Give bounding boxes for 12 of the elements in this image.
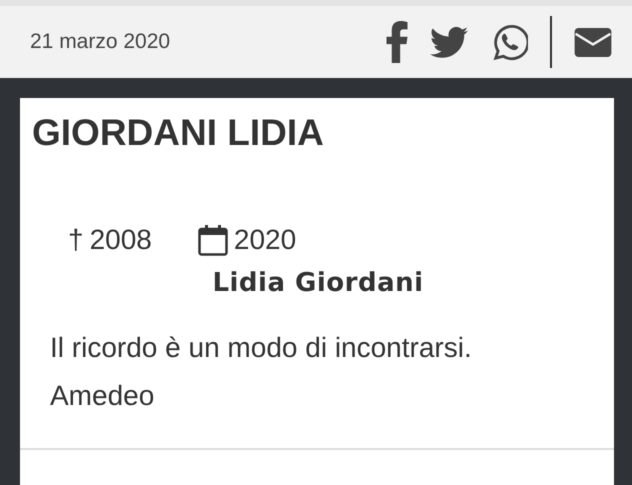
calendar-icon: [198, 224, 228, 256]
cross-symbol: †: [68, 224, 84, 256]
message-line: Il ricordo è un modo di incontrarsi.: [49, 331, 473, 365]
deceased-name: Lidia Giordani: [211, 268, 425, 298]
obituary-title: GIORDANI LIDIA: [32, 112, 325, 154]
envelope-icon[interactable]: [574, 28, 612, 56]
bird-icon[interactable]: [430, 26, 468, 58]
message-line: Amedeo: [49, 379, 156, 413]
facebook-icon[interactable]: [386, 21, 408, 63]
death-year: 2008: [90, 224, 152, 256]
publish-date: 21 marzo 2020: [30, 30, 170, 54]
publish-year: 2020: [234, 224, 296, 256]
